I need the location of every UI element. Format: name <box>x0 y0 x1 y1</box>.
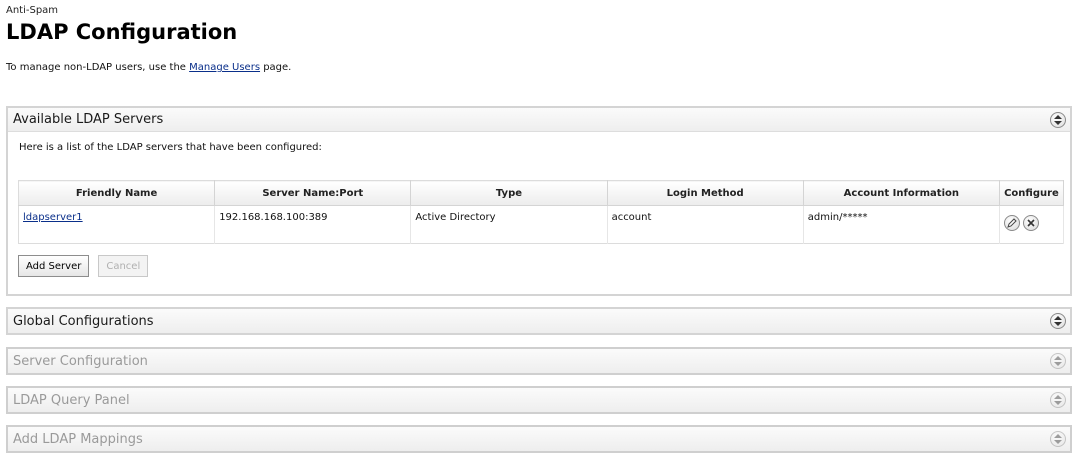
cancel-button: Cancel <box>98 255 149 277</box>
panel-title: Global Configurations <box>13 313 154 329</box>
table-header-row: Friendly Name Server Name:Port Type Logi… <box>18 180 1065 206</box>
server-link-ldapserver1[interactable]: ldapserver1 <box>23 212 83 223</box>
global-configurations-panel[interactable]: Global Configurations <box>6 307 1072 335</box>
cell-friendly-name: ldapserver1 <box>18 205 216 244</box>
add-ldap-mappings-header: Add LDAP Mappings <box>8 427 1070 451</box>
add-server-button[interactable]: Add Server <box>18 255 90 277</box>
server-configuration-panel: Server Configuration <box>6 347 1072 375</box>
cell-login-method: account <box>607 205 804 244</box>
column-header-account-information: Account Information <box>803 180 1000 206</box>
configure-actions <box>1003 212 1059 231</box>
page-title: LDAP Configuration <box>6 20 238 44</box>
column-header-login-method: Login Method <box>607 180 804 206</box>
cell-server-port: 192.168.168.100:389 <box>214 205 412 244</box>
global-configurations-header[interactable]: Global Configurations <box>8 309 1070 333</box>
available-ldap-servers-body: Here is a list of the LDAP servers that … <box>8 132 1070 287</box>
expand-collapse-icon <box>1050 392 1066 408</box>
expand-collapse-icon[interactable] <box>1050 111 1066 128</box>
expand-collapse-icon[interactable] <box>1050 313 1066 329</box>
column-header-type: Type <box>410 180 608 206</box>
expand-collapse-icon <box>1050 353 1066 369</box>
intro-text-after: page. <box>260 62 292 73</box>
cell-configure <box>999 205 1065 244</box>
breadcrumb: Anti-Spam <box>6 5 59 16</box>
column-header-server-port: Server Name:Port <box>214 180 412 206</box>
ldap-servers-table: Friendly Name Server Name:Port Type Logi… <box>18 180 1065 244</box>
expand-collapse-icon <box>1050 431 1066 447</box>
server-configuration-header: Server Configuration <box>8 349 1070 373</box>
available-ldap-servers-header[interactable]: Available LDAP Servers <box>8 108 1070 132</box>
column-header-configure: Configure <box>999 180 1065 206</box>
ldap-query-panel: LDAP Query Panel <box>6 386 1072 414</box>
panel-title: Server Configuration <box>13 353 148 369</box>
cell-account-information: admin/***** <box>803 205 1000 244</box>
server-button-row: Add Server Cancel <box>18 255 1060 277</box>
panel-title: Add LDAP Mappings <box>13 431 143 447</box>
add-ldap-mappings-panel: Add LDAP Mappings <box>6 425 1072 453</box>
ldap-query-header: LDAP Query Panel <box>8 388 1070 412</box>
pencil-icon[interactable] <box>1003 215 1020 231</box>
panel-title: LDAP Query Panel <box>13 392 130 408</box>
manage-users-link[interactable]: Manage Users <box>189 62 260 73</box>
close-icon[interactable] <box>1022 215 1039 231</box>
panel-title: Available LDAP Servers <box>13 112 164 127</box>
intro-text-before: To manage non-LDAP users, use the <box>6 62 190 73</box>
servers-list-intro: Here is a list of the LDAP servers that … <box>19 142 322 153</box>
table-row: ldapserver1 192.168.168.100:389 Active D… <box>18 205 1065 244</box>
cell-type: Active Directory <box>410 205 608 244</box>
available-ldap-servers-panel: Available LDAP Servers Here is a list of… <box>6 106 1072 296</box>
column-header-friendly-name: Friendly Name <box>18 180 216 206</box>
intro-text: To manage non-LDAP users, use the Manage… <box>6 62 291 73</box>
